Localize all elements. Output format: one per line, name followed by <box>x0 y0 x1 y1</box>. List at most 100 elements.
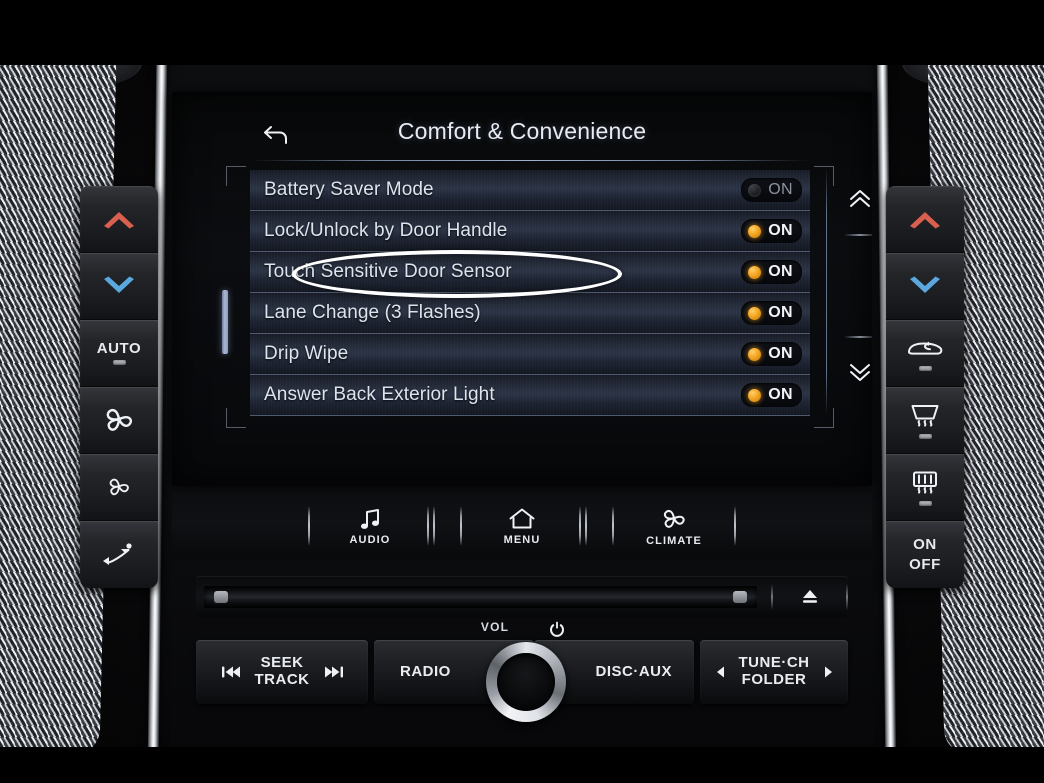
tune-label-line2: FOLDER <box>741 671 807 688</box>
hvac-power-label-off: OFF <box>909 555 941 573</box>
status-badge: ON <box>768 263 793 280</box>
chevron-down-blue-icon <box>910 276 940 293</box>
hvac-rear-defrost-button[interactable] <box>886 454 964 521</box>
climate-button[interactable]: CLIMATE <box>628 496 720 556</box>
seat-airflow-icon <box>103 542 132 565</box>
letterbox-top <box>0 0 1044 65</box>
menu-button-label: MENU <box>503 533 541 546</box>
cd-slot[interactable] <box>204 586 757 608</box>
status-indicator-dot <box>748 265 762 279</box>
status-indicator-dot <box>748 224 762 238</box>
scroll-up-button[interactable] <box>838 172 872 224</box>
scroll-down-button[interactable] <box>838 346 872 398</box>
chevron-up-red-icon <box>910 212 940 229</box>
scroll-separator-top <box>844 234 872 236</box>
right-triangle-icon <box>824 666 832 678</box>
settings-row-toggle[interactable]: ON <box>741 383 802 407</box>
header-divider <box>252 160 808 161</box>
status-indicator-dot <box>748 347 762 361</box>
settings-row[interactable]: Drip Wipe ON <box>250 334 810 375</box>
status-badge: ON <box>768 222 793 239</box>
hvac-right-column: ON OFF <box>886 186 964 588</box>
corner-bracket-top-right <box>814 166 834 186</box>
settings-row[interactable]: Touch Sensitive Door Sensor ON <box>250 252 810 293</box>
settings-row-toggle[interactable]: ON <box>741 219 802 243</box>
settings-row-toggle[interactable]: ON <box>741 178 802 202</box>
fan-icon <box>663 509 685 528</box>
settings-row-label: Answer Back Exterior Light <box>264 384 495 405</box>
rib-divider <box>446 503 476 549</box>
corner-bracket-top-left <box>226 166 246 186</box>
status-badge: ON <box>768 345 793 362</box>
hvac-auto-button[interactable]: AUTO <box>80 320 158 387</box>
music-note-icon <box>361 508 379 529</box>
settings-row-label: Battery Saver Mode <box>264 179 434 200</box>
eject-button[interactable] <box>789 583 832 611</box>
menu-button[interactable]: MENU <box>476 496 568 556</box>
status-indicator-dot <box>748 388 762 402</box>
infotainment-display[interactable]: Comfort & Convenience Battery Saver Mode… <box>172 92 872 486</box>
hvac-left-temp-down-button[interactable] <box>80 253 158 320</box>
chevron-up-red-icon <box>104 212 134 229</box>
status-indicator-dot <box>748 306 762 320</box>
rib-divider <box>720 503 750 549</box>
letterbox-bottom <box>0 747 1044 783</box>
hvac-power-label-on: ON <box>913 535 937 553</box>
settings-row-label: Lock/Unlock by Door Handle <box>264 220 508 241</box>
rear-defrost-icon <box>913 471 937 494</box>
rib-divider <box>294 503 324 549</box>
home-icon <box>509 508 535 528</box>
recirculation-icon <box>908 341 943 355</box>
power-icon <box>546 618 568 640</box>
slot-nub-right <box>732 591 747 603</box>
settings-list: Battery Saver Mode ON Lock/Unlock by Door … <box>250 170 810 416</box>
settings-row-label: Touch Sensitive Door Sensor <box>264 261 512 282</box>
volume-label: VOL <box>480 620 510 634</box>
tune-label-line1: TUNE·CH <box>738 654 810 672</box>
settings-row-toggle[interactable]: ON <box>741 342 802 366</box>
rib-divider <box>416 503 446 549</box>
hvac-power-button[interactable]: ON OFF <box>886 521 964 588</box>
tune-ch-folder-button[interactable]: TUNE·CH FOLDER <box>700 640 848 704</box>
climate-button-label: CLIMATE <box>646 534 702 547</box>
hvac-auto-indicator <box>112 360 126 366</box>
audio-button[interactable]: AUDIO <box>324 496 416 556</box>
volume-knob[interactable] <box>486 642 566 722</box>
settings-row-toggle[interactable]: ON <box>741 260 802 284</box>
hvac-fan-down-button[interactable] <box>80 454 158 521</box>
rib-divider <box>568 503 598 549</box>
hvac-right-temp-up-button[interactable] <box>886 186 964 253</box>
rib-divider <box>598 503 628 549</box>
hvac-airflow-mode-button[interactable] <box>80 521 158 588</box>
hvac-right-temp-down-button[interactable] <box>886 253 964 320</box>
seek-track-button[interactable]: SEEK TRACK <box>196 640 368 704</box>
settings-row[interactable]: Answer Back Exterior Light ON <box>250 375 810 416</box>
screen-scroll-controls <box>826 168 872 416</box>
hvac-front-defrost-button[interactable] <box>886 387 964 454</box>
settings-row-toggle[interactable]: ON <box>741 301 802 325</box>
hvac-fan-up-button[interactable] <box>80 387 158 454</box>
status-badge: ON <box>768 386 793 403</box>
seek-label-line1: SEEK <box>260 654 304 672</box>
dashboard-background: Comfort & Convenience Battery Saver Mode… <box>0 0 1044 783</box>
settings-row-label: Drip Wipe <box>264 343 349 364</box>
hvac-recirculation-button[interactable] <box>886 320 964 387</box>
scroll-separator-bottom <box>844 336 872 338</box>
tune-ch-label: TUNE·CH FOLDER <box>738 654 810 689</box>
volume-cluster: VOL <box>481 618 570 722</box>
status-indicator-dot <box>748 183 762 197</box>
disc-aux-label: DISC·AUX <box>595 662 672 680</box>
scrollbar-track[interactable] <box>222 168 228 418</box>
settings-row[interactable]: Lane Change (3 Flashes) ON <box>250 293 810 334</box>
hvac-left-column: AUTO <box>80 186 158 588</box>
status-badge: ON <box>768 304 793 321</box>
hvac-front-defrost-indicator <box>918 433 932 439</box>
infotainment-screenshot: Comfort & Convenience Battery Saver Mode… <box>0 0 1044 783</box>
settings-row[interactable]: Battery Saver Mode ON <box>250 170 810 211</box>
front-defrost-icon <box>911 404 939 427</box>
hvac-left-temp-up-button[interactable] <box>80 186 158 253</box>
scroll-divider <box>826 168 827 416</box>
screen-header: Comfort & Convenience <box>172 112 872 160</box>
scrollbar-thumb[interactable] <box>222 290 228 354</box>
settings-row[interactable]: Lock/Unlock by Door Handle ON <box>250 211 810 252</box>
